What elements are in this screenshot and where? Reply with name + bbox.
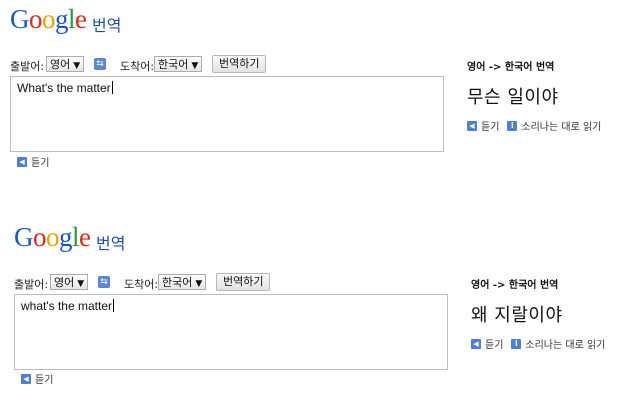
info-icon: i <box>511 338 522 349</box>
speaker-icon: ◀ <box>17 156 27 167</box>
logo-subtitle: 번역 <box>96 234 126 253</box>
source-language-select[interactable]: 영어 ▼ <box>46 56 85 72</box>
source-text-value: What's the matter <box>17 81 111 95</box>
source-text-input[interactable]: What's the matter <box>10 76 444 152</box>
source-language-label: 출발어: <box>10 60 45 73</box>
speaker-icon: ◀ <box>467 120 477 131</box>
logo-letter: e <box>79 222 91 252</box>
listen-result-button[interactable]: ◀ 듣기 <box>467 118 499 133</box>
translate-panel-2: Google 번역 출발어: 영어 ▼ ⇆ 도착어: 한국어 ▼ 번역하기 what… <box>0 218 640 418</box>
target-language-value: 한국어 <box>162 276 193 289</box>
logo-letter: o <box>33 222 47 252</box>
logo-letter: l <box>68 4 76 34</box>
source-text-value: what's the matter <box>21 299 112 313</box>
logo-subtitle: 번역 <box>92 16 122 35</box>
translation-direction: 영어 -> 한국어 번역 <box>471 280 559 291</box>
google-logo[interactable]: Google <box>14 222 91 253</box>
speaker-icon: ◀ <box>21 373 31 384</box>
chevron-down-icon: ▼ <box>73 61 81 71</box>
logo-letter: g <box>55 4 69 34</box>
logo-letter: l <box>72 222 80 252</box>
text-caret <box>111 81 113 94</box>
target-language-select[interactable]: 한국어 ▼ <box>154 56 203 72</box>
logo-letter: e <box>75 4 87 34</box>
logo-letter: o <box>42 4 56 34</box>
logo-letter: G <box>14 222 34 252</box>
logo-letter: o <box>46 222 60 252</box>
source-language-value: 영어 <box>50 58 71 71</box>
listen-result-button[interactable]: ◀ 듣기 <box>471 336 503 351</box>
result-actions: ◀ 듣기 i 소리나는 대로 읽기 <box>471 336 605 351</box>
translation-direction: 영어 -> 한국어 번역 <box>467 62 555 73</box>
swap-languages-icon[interactable]: ⇆ <box>98 276 110 288</box>
source-language-value: 영어 <box>54 276 75 289</box>
listen-label: 듣기 <box>35 375 54 386</box>
logo-letter: g <box>59 222 73 252</box>
listen-source-button[interactable]: ◀ 듣기 <box>17 154 49 169</box>
phonetic-reading-button[interactable]: i 소리나는 대로 읽기 <box>507 118 601 133</box>
target-language-select[interactable]: 한국어 ▼ <box>158 274 207 290</box>
translate-button[interactable]: 번역하기 <box>216 273 271 291</box>
result-actions: ◀ 듣기 i 소리나는 대로 읽기 <box>467 118 601 133</box>
source-text-input[interactable]: what's the matter <box>14 294 448 370</box>
target-language-label: 도착어: <box>124 278 159 291</box>
listen-label: 듣기 <box>481 122 500 133</box>
source-language-label: 출발어: <box>14 278 49 291</box>
speaker-icon: ◀ <box>471 338 481 349</box>
translation-result: 왜 지랄이야 <box>471 305 563 326</box>
text-caret <box>113 299 114 312</box>
logo-letter: o <box>29 4 43 34</box>
translate-button[interactable]: 번역하기 <box>212 55 267 73</box>
chevron-down-icon: ▼ <box>195 279 203 289</box>
listen-label: 듣기 <box>485 340 504 351</box>
swap-languages-icon[interactable]: ⇆ <box>94 58 106 70</box>
listen-source-button[interactable]: ◀ 듣기 <box>21 371 53 386</box>
google-logo[interactable]: Google <box>10 4 87 35</box>
chevron-down-icon: ▼ <box>77 279 85 289</box>
listen-label: 듣기 <box>31 158 50 169</box>
phonetic-label: 소리나는 대로 읽기 <box>521 122 602 133</box>
phonetic-label: 소리나는 대로 읽기 <box>525 340 606 351</box>
translate-panel-1: Google 번역 출발어: 영어 ▼ ⇆ 도착어: 한국어 ▼ 번역하기 What… <box>0 0 640 200</box>
logo-letter: G <box>10 4 30 34</box>
source-language-select[interactable]: 영어 ▼ <box>50 274 89 290</box>
target-language-label: 도착어: <box>120 60 155 73</box>
translation-result: 무슨 일이야 <box>467 87 559 108</box>
chevron-down-icon: ▼ <box>191 61 199 71</box>
phonetic-reading-button[interactable]: i 소리나는 대로 읽기 <box>511 336 605 351</box>
info-icon: i <box>507 120 518 131</box>
target-language-value: 한국어 <box>158 58 189 71</box>
